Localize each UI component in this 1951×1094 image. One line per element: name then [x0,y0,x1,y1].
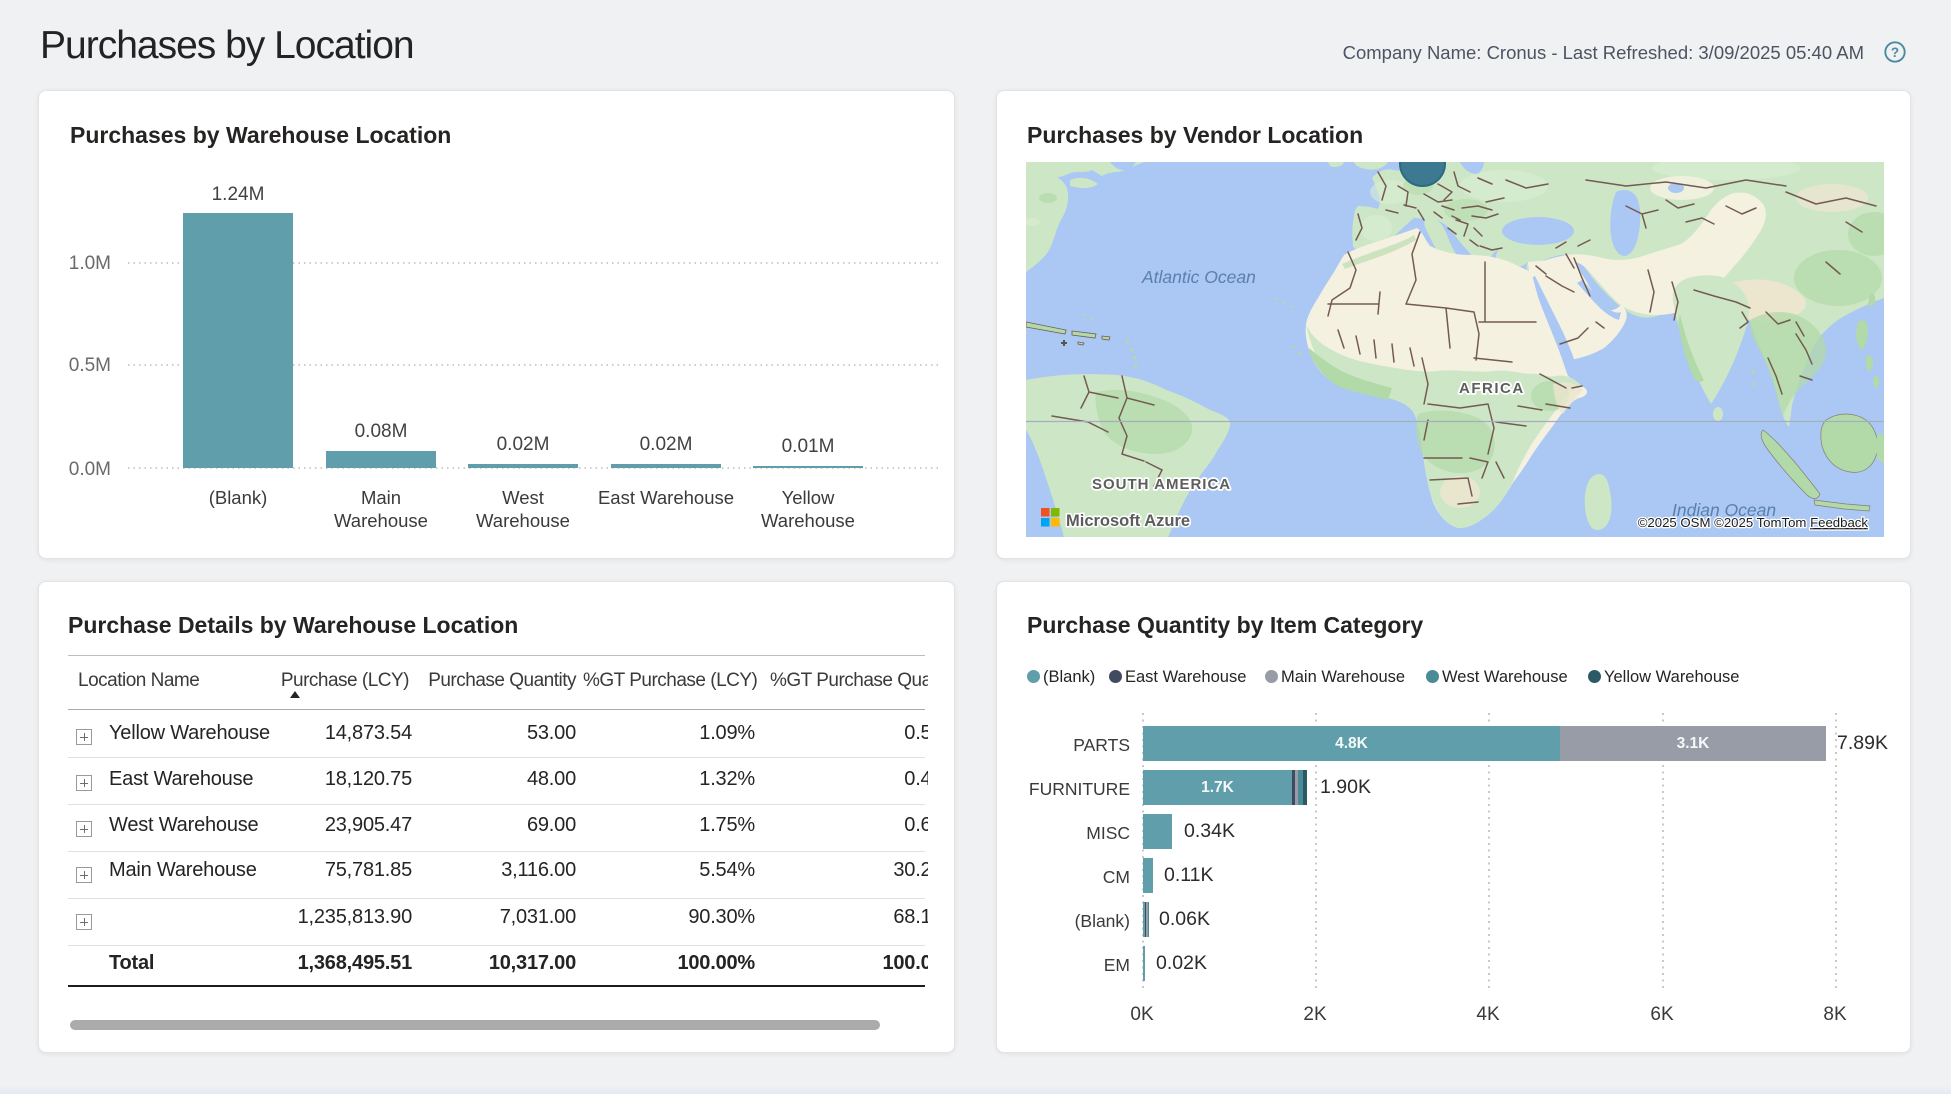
svg-text:SOUTH AMERICA: SOUTH AMERICA [1092,476,1231,493]
svg-text:Atlantic Ocean: Atlantic Ocean [1141,267,1256,287]
svg-text:AFRICA: AFRICA [1459,380,1525,397]
svg-text:?: ? [1891,45,1899,60]
svg-text:©2025 OSM ©2025 TomTom Feedb: ©2025 OSM ©2025 TomTom Feedback [1638,515,1869,530]
svg-text:Microsoft Azure: Microsoft Azure [1066,512,1190,530]
